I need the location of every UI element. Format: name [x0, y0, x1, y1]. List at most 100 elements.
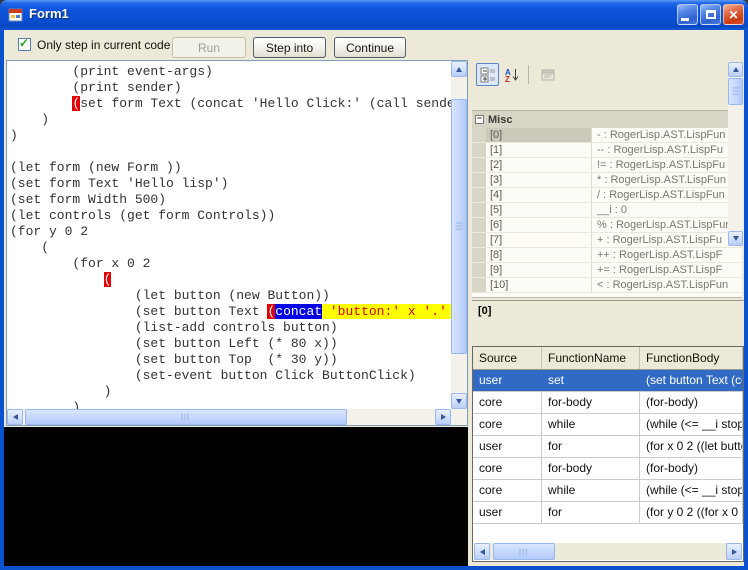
property-row[interactable]: [0] - : RogerLisp.AST.LispFun: [472, 128, 742, 143]
table-cell[interactable]: user: [473, 502, 542, 523]
property-value[interactable]: += : RogerLisp.AST.LispF: [592, 263, 742, 277]
property-name[interactable]: [9]: [486, 263, 592, 277]
property-row[interactable]: [9] += : RogerLisp.AST.LispF: [472, 263, 742, 278]
property-value[interactable]: / : RogerLisp.AST.LispFun: [592, 188, 742, 202]
table-cell[interactable]: set: [542, 370, 640, 391]
property-value[interactable]: + : RogerLisp.AST.LispFu: [592, 233, 742, 247]
close-button[interactable]: ✕: [723, 4, 744, 25]
property-name[interactable]: [5]: [486, 203, 592, 217]
scroll-left-button[interactable]: [7, 409, 23, 425]
table-cell[interactable]: (for-body): [640, 392, 743, 413]
table-cell[interactable]: (for x 0 2 ((let button: [640, 436, 743, 457]
collapse-icon[interactable]: −: [475, 115, 484, 124]
alphabetical-sort-button[interactable]: A Z: [500, 63, 523, 86]
property-grid-scrollbar[interactable]: [728, 62, 743, 246]
horizontal-scroll-thumb[interactable]: [25, 409, 347, 425]
categorized-button[interactable]: [476, 63, 499, 86]
horizontal-scroll-thumb[interactable]: [493, 543, 555, 560]
property-name[interactable]: [0]: [486, 128, 592, 142]
minimize-button[interactable]: [677, 4, 698, 25]
table-cell[interactable]: (for-body): [640, 458, 743, 479]
property-value[interactable]: __i : 0: [592, 203, 742, 217]
property-name[interactable]: [1]: [486, 143, 592, 157]
scroll-right-button[interactable]: [726, 543, 742, 560]
property-row[interactable]: [4] / : RogerLisp.AST.LispFun: [472, 188, 742, 203]
table-cell[interactable]: for: [542, 502, 640, 523]
scroll-down-button[interactable]: [451, 393, 467, 409]
code-content[interactable]: (print event-args) (print sender) (set f…: [7, 61, 451, 409]
property-name[interactable]: [10]: [486, 278, 592, 292]
property-row[interactable]: [10] < : RogerLisp.AST.LispFun: [472, 278, 742, 293]
property-name[interactable]: [7]: [486, 233, 592, 247]
property-row[interactable]: [6]% : RogerLisp.AST.LispFun: [472, 218, 742, 233]
table-row[interactable]: corewhile(while (<= __i stop) (f: [473, 414, 743, 436]
table-cell[interactable]: while: [542, 480, 640, 501]
code-editor[interactable]: (print event-args) (print sender) (set f…: [6, 60, 468, 426]
column-header-source[interactable]: Source: [473, 347, 542, 369]
maximize-button[interactable]: [700, 4, 721, 25]
property-value[interactable]: ++ : RogerLisp.AST.LispF: [592, 248, 742, 262]
step-into-button[interactable]: Step into: [253, 37, 326, 58]
table-cell[interactable]: core: [473, 392, 542, 413]
scroll-up-button[interactable]: [728, 62, 743, 77]
alphabetical-sort-icon: A Z: [505, 68, 518, 83]
property-name[interactable]: [4]: [486, 188, 592, 202]
table-cell[interactable]: (for y 0 2 ((for x 0 2 ((: [640, 502, 743, 523]
property-value[interactable]: - : RogerLisp.AST.LispFun: [592, 128, 742, 142]
scroll-left-button[interactable]: [474, 543, 490, 560]
table-row[interactable]: userset(set button Text (con: [473, 370, 743, 392]
continue-button[interactable]: Continue: [334, 37, 406, 58]
property-row[interactable]: [3] * : RogerLisp.AST.LispFun: [472, 173, 742, 188]
property-name[interactable]: [6]: [486, 218, 592, 232]
code-line: (for y 0 2: [10, 224, 89, 239]
property-name[interactable]: [3]: [486, 173, 592, 187]
table-cell[interactable]: user: [473, 436, 542, 457]
table-cell[interactable]: (while (<= __i stop) (f: [640, 414, 743, 435]
code-line: (let form (new Form )): [10, 160, 182, 175]
scroll-up-button[interactable]: [451, 61, 467, 77]
table-cell[interactable]: core: [473, 480, 542, 501]
table-cell[interactable]: core: [473, 458, 542, 479]
run-button[interactable]: Run: [172, 37, 246, 58]
table-row[interactable]: corewhile(while (<= __i stop) (f: [473, 480, 743, 502]
table-cell[interactable]: for-body: [542, 392, 640, 413]
editor-horizontal-scrollbar[interactable]: [7, 409, 451, 425]
editor-vertical-scrollbar[interactable]: [451, 61, 467, 409]
table-cell[interactable]: (set button Text (con: [640, 370, 743, 391]
scroll-down-button[interactable]: [728, 231, 743, 246]
table-cell[interactable]: for: [542, 436, 640, 457]
table-cell[interactable]: core: [473, 414, 542, 435]
property-value[interactable]: -- : RogerLisp.AST.LispFu: [592, 143, 742, 157]
property-grid-toolbar: A Z: [472, 62, 744, 88]
property-name[interactable]: [2]: [486, 158, 592, 172]
property-value[interactable]: % : RogerLisp.AST.LispFun: [592, 218, 742, 232]
table-cell[interactable]: for-body: [542, 458, 640, 479]
vertical-scroll-thumb[interactable]: [728, 78, 743, 105]
table-row[interactable]: core for-body (for-body): [473, 458, 743, 480]
property-row[interactable]: [1] -- : RogerLisp.AST.LispFu: [472, 143, 742, 158]
table-cell[interactable]: while: [542, 414, 640, 435]
property-value[interactable]: < : RogerLisp.AST.LispFun: [592, 278, 742, 292]
scroll-right-button[interactable]: [435, 409, 451, 425]
property-value[interactable]: * : RogerLisp.AST.LispFun: [592, 173, 742, 187]
property-name[interactable]: [8]: [486, 248, 592, 262]
category-row-misc[interactable]: − Misc: [472, 111, 742, 128]
table-horizontal-scrollbar[interactable]: [474, 543, 742, 560]
property-row[interactable]: [2] != : RogerLisp.AST.LispFu: [472, 158, 742, 173]
title-bar[interactable]: Form1 ✕: [0, 0, 748, 30]
property-row[interactable]: [7] + : RogerLisp.AST.LispFu: [472, 233, 742, 248]
table-row[interactable]: userfor(for y 0 2 ((for x 0 2 ((: [473, 502, 743, 524]
property-row[interactable]: [8] ++ : RogerLisp.AST.LispF: [472, 248, 742, 263]
table-row[interactable]: userfor(for x 0 2 ((let button: [473, 436, 743, 458]
column-header-functionname[interactable]: FunctionName: [542, 347, 640, 369]
vertical-scroll-thumb[interactable]: [451, 99, 467, 354]
only-step-checkbox[interactable]: ✓: [18, 36, 31, 51]
table-cell[interactable]: user: [473, 370, 542, 391]
property-pages-button[interactable]: [536, 63, 559, 86]
table-row[interactable]: core for-body (for-body): [473, 392, 743, 414]
property-value[interactable]: != : RogerLisp.AST.LispFu: [592, 158, 742, 172]
property-row[interactable]: [5] __i : 0: [472, 203, 742, 218]
table-cell[interactable]: (while (<= __i stop) (f: [640, 480, 743, 501]
arrow-right-icon: [440, 414, 446, 420]
column-header-functionbody[interactable]: FunctionBody: [640, 347, 743, 369]
